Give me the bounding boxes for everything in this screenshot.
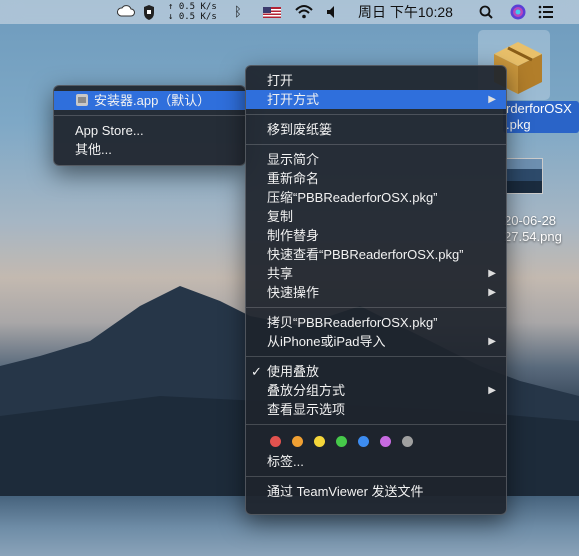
menu-item-open-with[interactable]: 打开方式 ▶ xyxy=(246,90,506,109)
tag-blue[interactable] xyxy=(358,435,369,447)
separator xyxy=(246,476,506,477)
menu-item-import-from-iphone[interactable]: 从iPhone或iPad导入 ▶ xyxy=(246,332,506,351)
menu-item-rename[interactable]: 重新命名 xyxy=(246,169,506,188)
separator xyxy=(246,114,506,115)
separator xyxy=(246,144,506,145)
menu-item-quick-look[interactable]: 快速查看“PBBReaderforOSX.pkg” xyxy=(246,245,506,264)
checkmark-icon: ✓ xyxy=(251,364,262,379)
volume-icon[interactable] xyxy=(325,0,339,24)
tag-green[interactable] xyxy=(336,435,347,447)
menu-item-move-to-trash[interactable]: 移到废纸篓 xyxy=(246,120,506,139)
cloud-icon[interactable] xyxy=(116,0,136,24)
spotlight-icon[interactable] xyxy=(478,0,494,24)
siri-icon[interactable] xyxy=(509,0,527,24)
notification-center-icon[interactable] xyxy=(537,0,555,24)
submenu-arrow-icon: ▶ xyxy=(488,94,496,105)
submenu-arrow-icon: ▶ xyxy=(488,268,496,279)
pkg-file-name[interactable]: rderforOSX .pkg xyxy=(503,101,579,133)
menu-item-compress[interactable]: 压缩“PBBReaderforOSX.pkg” xyxy=(246,188,506,207)
open-with-submenu: 安装器.app（默认） App Store... 其他... xyxy=(53,85,246,166)
us-flag-icon[interactable] xyxy=(263,0,281,24)
installer-icon xyxy=(75,93,89,107)
separator xyxy=(246,424,506,425)
context-menu: 打开 打开方式 ▶ 移到废纸篓 显示简介 重新命名 压缩“PBBReaderfo… xyxy=(245,65,507,515)
menu-item-make-alias[interactable]: 制作替身 xyxy=(246,226,506,245)
network-speed-widget[interactable]: ↑ 0.5 K/s ↓ 0.5 K/s xyxy=(168,2,217,22)
menu-item-duplicate[interactable]: 复制 xyxy=(246,207,506,226)
tag-color-row xyxy=(246,430,506,452)
screenshot-file-name[interactable]: 20-06-28 27.54.png xyxy=(504,213,562,245)
net-down: ↓ 0.5 K/s xyxy=(168,12,217,22)
bluetooth-icon[interactable]: ᛒ xyxy=(234,0,242,24)
tag-yellow[interactable] xyxy=(314,435,325,447)
menu-item-group-stacks-by[interactable]: 叠放分组方式 ▶ xyxy=(246,381,506,400)
submenu-item-app-store[interactable]: App Store... xyxy=(54,121,245,140)
menu-item-use-stacks[interactable]: ✓ 使用叠放 xyxy=(246,362,506,381)
submenu-arrow-icon: ▶ xyxy=(488,336,496,347)
menu-item-copy[interactable]: 拷贝“PBBReaderforOSX.pkg” xyxy=(246,313,506,332)
submenu-arrow-icon: ▶ xyxy=(488,287,496,298)
menu-bar: ↑ 0.5 K/s ↓ 0.5 K/s ᛒ 周日 下午10:28 xyxy=(0,0,579,24)
net-up: ↑ 0.5 K/s xyxy=(168,2,217,12)
menu-item-tags[interactable]: 标签... xyxy=(246,452,506,471)
tag-purple[interactable] xyxy=(380,435,391,447)
menu-item-show-view-options[interactable]: 查看显示选项 xyxy=(246,400,506,419)
shield-icon[interactable] xyxy=(142,0,156,24)
tag-orange[interactable] xyxy=(292,435,303,447)
menu-item-share[interactable]: 共享 ▶ xyxy=(246,264,506,283)
screenshot-file-icon[interactable] xyxy=(505,158,543,194)
menu-item-quick-actions[interactable]: 快速操作 ▶ xyxy=(246,283,506,302)
separator xyxy=(246,307,506,308)
menu-item-send-via-teamviewer[interactable]: 通过 TeamViewer 发送文件 xyxy=(246,482,506,501)
tag-gray[interactable] xyxy=(402,435,413,447)
separator xyxy=(246,356,506,357)
submenu-item-other[interactable]: 其他... xyxy=(54,140,245,159)
menu-item-get-info[interactable]: 显示简介 xyxy=(246,150,506,169)
wifi-icon[interactable] xyxy=(294,0,314,24)
separator xyxy=(54,115,245,116)
submenu-item-installer[interactable]: 安装器.app（默认） xyxy=(54,91,245,110)
clock[interactable]: 周日 下午10:28 xyxy=(358,0,453,24)
tag-red[interactable] xyxy=(270,435,281,447)
submenu-arrow-icon: ▶ xyxy=(488,385,496,396)
menu-item-open[interactable]: 打开 xyxy=(246,71,506,90)
